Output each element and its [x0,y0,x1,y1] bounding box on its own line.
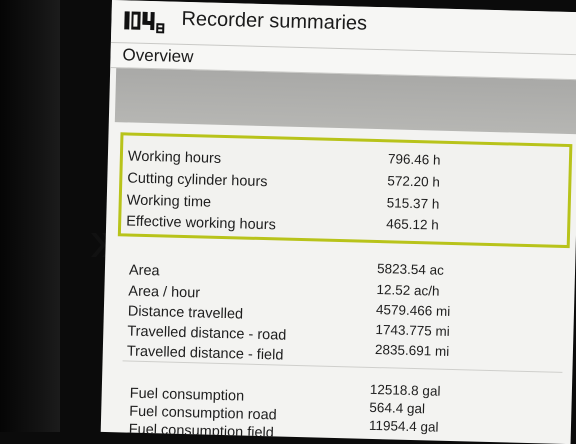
recorder-screen: Recorder summaries Overview Working hour… [100,0,576,444]
summary-value: 572.20 h [387,173,441,190]
area-label: Travelled distance - road [127,323,287,344]
area-label: Area / hour [128,283,201,302]
section-title: Overview [122,45,194,67]
fuel-label: Fuel consumption field [128,421,274,442]
area-value: 5823.54 ac [376,261,445,278]
page-title: Recorder summaries [181,7,368,35]
recorder-summary-icon [124,11,165,34]
summary-value: 515.37 h [386,195,440,212]
gray-panel [114,68,576,135]
fuel-value: 12518.8 gal [369,381,441,399]
fuel-value: 11954.4 gal [368,417,439,435]
area-value: 12.52 ac/h [376,282,440,299]
summary-label: Working time [126,192,212,211]
area-label: Distance travelled [127,303,244,323]
area-value: 2835.691 mi [374,342,450,359]
summary-value: 796.46 h [387,151,441,168]
fuel-label: Fuel consumption road [129,403,277,424]
area-value: 4579.466 mi [375,302,451,319]
screen-bezel [0,0,60,432]
area-value: 1743.775 mi [375,322,450,339]
summary-label: Working hours [127,148,222,167]
area-label: Area [128,262,160,280]
fuel-value: 564.4 gal [369,399,426,417]
fuel-label: Fuel consumption [129,385,245,405]
summary-value: 465.12 h [386,216,439,233]
section-divider [122,360,563,373]
